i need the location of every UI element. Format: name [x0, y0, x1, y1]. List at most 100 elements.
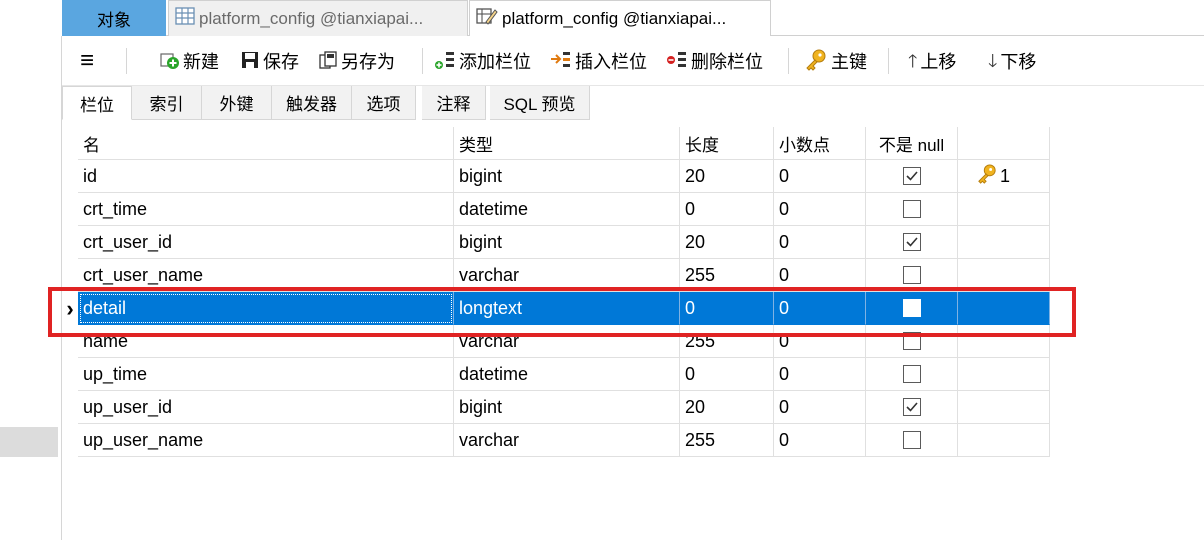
field-decimals-cell[interactable]: 0 — [774, 325, 866, 358]
field-decimals-cell[interactable]: 0 — [774, 160, 866, 193]
subtab-options[interactable]: 选项 — [352, 86, 416, 120]
table-row[interactable]: up_user_id bigint 20 0 — [62, 391, 1050, 424]
subtab-foreign-keys[interactable]: 外键 — [202, 86, 272, 120]
save-button[interactable]: 保存 — [240, 36, 299, 86]
save-as-button[interactable]: 另存为 — [318, 36, 395, 86]
not-null-checkbox[interactable] — [902, 266, 921, 284]
field-name-cell[interactable]: crt_time — [78, 193, 454, 226]
field-not-null-cell[interactable] — [866, 160, 958, 193]
field-key-cell[interactable] — [958, 226, 1050, 259]
field-key-cell[interactable] — [958, 325, 1050, 358]
move-down-button[interactable]: 🡓 下移 — [988, 36, 1036, 86]
column-header-length[interactable]: 长度 — [680, 127, 774, 160]
column-header-name[interactable]: 名 — [78, 127, 454, 160]
not-null-checkbox[interactable] — [902, 365, 921, 383]
field-not-null-cell[interactable] — [866, 259, 958, 292]
field-length-cell[interactable]: 255 — [680, 259, 774, 292]
tab-platform-config-design[interactable]: platform_config @tianxiapai... — [469, 0, 771, 36]
tab-objects[interactable]: 对象 — [62, 0, 166, 36]
not-null-checkbox-checked[interactable] — [902, 233, 921, 251]
subtab-comments[interactable]: 注释 — [422, 86, 486, 120]
not-null-checkbox[interactable] — [902, 332, 921, 350]
subtab-sql-preview[interactable]: SQL 预览 — [490, 86, 590, 120]
not-null-checkbox[interactable] — [902, 431, 921, 449]
table-row[interactable]: up_user_name varchar 255 0 — [62, 424, 1050, 457]
delete-field-button[interactable]: 删除栏位 — [666, 36, 763, 86]
tab-platform-config-data[interactable]: platform_config @tianxiapai... — [168, 0, 468, 36]
row-indicator — [62, 193, 78, 226]
field-length-cell[interactable]: 20 — [680, 391, 774, 424]
field-length-cell[interactable]: 0 — [680, 358, 774, 391]
table-row[interactable]: crt_time datetime 0 0 — [62, 193, 1050, 226]
field-name-cell[interactable]: detail — [78, 292, 454, 325]
primary-key-button[interactable]: 主键 — [804, 36, 867, 86]
field-key-cell[interactable] — [958, 259, 1050, 292]
move-up-button[interactable]: 🡑 上移 — [908, 36, 956, 86]
designer-subtabs: 栏位 索引 外键 触发器 选项 注释 SQL 预览 — [62, 86, 1204, 120]
field-type-cell[interactable]: varchar — [454, 259, 680, 292]
field-decimals-cell[interactable]: 0 — [774, 193, 866, 226]
field-not-null-cell[interactable] — [866, 358, 958, 391]
add-field-button[interactable]: 添加栏位 — [434, 36, 531, 86]
field-length-cell[interactable]: 0 — [680, 193, 774, 226]
menu-button[interactable]: ≡ — [80, 36, 97, 86]
table-row[interactable]: crt_user_name varchar 255 0 — [62, 259, 1050, 292]
field-name-cell[interactable]: up_user_id — [78, 391, 454, 424]
field-name-cell[interactable]: up_time — [78, 358, 454, 391]
field-not-null-cell[interactable] — [866, 325, 958, 358]
field-decimals-cell[interactable]: 0 — [774, 292, 866, 325]
field-decimals-cell[interactable]: 0 — [774, 226, 866, 259]
field-length-cell[interactable]: 255 — [680, 424, 774, 457]
field-type-cell[interactable]: datetime — [454, 193, 680, 226]
field-type-cell[interactable]: varchar — [454, 424, 680, 457]
field-type-cell[interactable]: bigint — [454, 226, 680, 259]
field-type-cell[interactable]: longtext — [454, 292, 680, 325]
field-decimals-cell[interactable]: 0 — [774, 259, 866, 292]
subtab-indexes[interactable]: 索引 — [132, 86, 202, 120]
not-null-checkbox-checked[interactable] — [902, 167, 921, 185]
field-length-cell[interactable]: 0 — [680, 292, 774, 325]
not-null-checkbox[interactable] — [902, 200, 921, 218]
subtab-fields[interactable]: 栏位 — [62, 86, 132, 120]
field-not-null-cell[interactable] — [866, 226, 958, 259]
field-length-cell[interactable]: 20 — [680, 160, 774, 193]
field-name-cell[interactable]: crt_user_name — [78, 259, 454, 292]
toolbar-divider — [788, 48, 789, 74]
not-null-checkbox-checked[interactable] — [902, 398, 921, 416]
insert-field-button[interactable]: 插入栏位 — [550, 36, 647, 86]
field-type-cell[interactable]: bigint — [454, 160, 680, 193]
table-row[interactable]: crt_user_id bigint 20 0 — [62, 226, 1050, 259]
column-header-not-null[interactable]: 不是 null — [866, 127, 958, 160]
field-decimals-cell[interactable]: 0 — [774, 424, 866, 457]
field-name-cell[interactable]: crt_user_id — [78, 226, 454, 259]
field-not-null-cell[interactable] — [866, 193, 958, 226]
subtab-triggers[interactable]: 触发器 — [272, 86, 352, 120]
field-length-cell[interactable]: 20 — [680, 226, 774, 259]
field-not-null-cell[interactable] — [866, 424, 958, 457]
field-type-cell[interactable]: bigint — [454, 391, 680, 424]
field-length-cell[interactable]: 255 — [680, 325, 774, 358]
table-row[interactable]: id bigint 20 0 1 — [62, 160, 1050, 193]
field-key-cell[interactable] — [958, 358, 1050, 391]
field-key-cell[interactable] — [958, 193, 1050, 226]
column-header-decimals[interactable]: 小数点 — [774, 127, 866, 160]
field-decimals-cell[interactable]: 0 — [774, 358, 866, 391]
field-name-cell[interactable]: name — [78, 325, 454, 358]
field-type-cell[interactable]: varchar — [454, 325, 680, 358]
field-key-cell[interactable]: 1 — [958, 160, 1050, 193]
field-key-cell[interactable] — [958, 292, 1050, 325]
field-key-cell[interactable] — [958, 424, 1050, 457]
table-row[interactable]: name varchar 255 0 — [62, 325, 1050, 358]
table-row[interactable]: up_time datetime 0 0 — [62, 358, 1050, 391]
column-header-type[interactable]: 类型 — [454, 127, 680, 160]
field-not-null-cell[interactable] — [866, 391, 958, 424]
field-type-cell[interactable]: datetime — [454, 358, 680, 391]
table-row[interactable]: › detail longtext 0 0 — [62, 292, 1050, 325]
new-button[interactable]: 新建 — [160, 36, 219, 86]
field-decimals-cell[interactable]: 0 — [774, 391, 866, 424]
field-name-cell[interactable]: up_user_name — [78, 424, 454, 457]
field-name-cell[interactable]: id — [78, 160, 454, 193]
field-key-cell[interactable] — [958, 391, 1050, 424]
field-not-null-cell[interactable] — [866, 292, 958, 325]
not-null-checkbox[interactable] — [902, 299, 921, 317]
